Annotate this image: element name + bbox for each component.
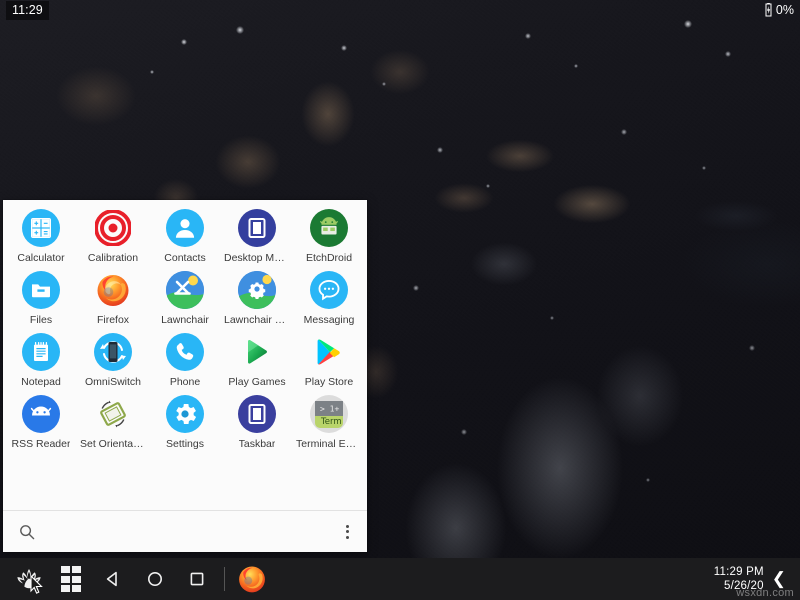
app-item-files[interactable]: Files — [5, 269, 77, 331]
app-item-lawnchair-settings[interactable]: Lawnchair Se… — [221, 269, 293, 331]
app-item-messaging[interactable]: Messaging — [293, 269, 365, 331]
app-label: Lawnchair Se… — [224, 314, 290, 326]
app-item-notepad[interactable]: Notepad — [5, 331, 77, 393]
app-item-set-orientation[interactable]: Set Orientation — [77, 393, 149, 455]
app-item-etchdroid[interactable]: EtchDroid — [293, 207, 365, 269]
app-label: Set Orientation — [80, 438, 146, 450]
lawnchair-icon — [166, 271, 204, 309]
back-triangle-icon[interactable] — [92, 558, 134, 600]
app-item-terminal-emulator[interactable]: > 1+ Term Terminal Emu… — [293, 393, 365, 455]
recents-square-icon[interactable] — [176, 558, 218, 600]
play-games-icon — [238, 333, 276, 371]
taskbar-clock-time: 11:29 PM — [714, 565, 764, 579]
svg-text:Term: Term — [320, 417, 342, 427]
taskbar-divider — [224, 567, 225, 591]
app-drawer-panel[interactable]: Calculator Calibration — [3, 200, 367, 552]
app-label: Play Games — [228, 376, 285, 388]
app-label: Files — [30, 314, 52, 326]
lotus-launcher-icon[interactable] — [8, 558, 50, 600]
search-icon — [19, 524, 35, 540]
rss-reader-android-icon — [22, 395, 60, 433]
taskbar-right-group: 11:29 PM 5/26/20 ❮ — [714, 565, 794, 593]
app-label: Firefox — [97, 314, 129, 326]
app-label: Contacts — [164, 252, 205, 264]
app-item-lawnchair[interactable]: Lawnchair — [149, 269, 221, 331]
phone-handset-icon — [166, 333, 204, 371]
app-label: Settings — [166, 438, 204, 450]
app-label: Phone — [170, 376, 200, 388]
overflow-menu-icon[interactable] — [342, 521, 353, 543]
status-bar-icons: 0% — [764, 3, 794, 17]
lawnchair-settings-gear-icon — [238, 271, 276, 309]
app-label: Desktop Mode — [224, 252, 290, 264]
app-item-settings[interactable]: Settings — [149, 393, 221, 455]
files-folder-icon — [22, 271, 60, 309]
app-item-calibration[interactable]: Calibration — [77, 207, 149, 269]
app-item-contacts[interactable]: Contacts — [149, 207, 221, 269]
battery-charging-icon — [764, 3, 773, 17]
taskbar-item-firefox[interactable] — [231, 558, 273, 600]
home-circle-icon[interactable] — [134, 558, 176, 600]
app-label: Lawnchair — [161, 314, 209, 326]
app-label: EtchDroid — [306, 252, 352, 264]
chevron-left-icon[interactable]: ❮ — [770, 569, 792, 589]
play-store-icon — [310, 333, 348, 371]
notepad-icon — [22, 333, 60, 371]
app-drawer-grid: Calculator Calibration — [3, 200, 367, 510]
terminal-emulator-icon: > 1+ Term — [310, 395, 348, 433]
app-item-play-games[interactable]: Play Games — [221, 331, 293, 393]
app-label: RSS Reader — [12, 438, 71, 450]
app-item-rss-reader[interactable]: RSS Reader — [5, 393, 77, 455]
svg-text:> 1+: > 1+ — [320, 405, 339, 414]
app-label: Calibration — [88, 252, 138, 264]
app-label: Terminal Emu… — [296, 438, 362, 450]
taskbar-clock[interactable]: 11:29 PM 5/26/20 — [714, 565, 764, 593]
set-orientation-icon — [94, 395, 132, 433]
search-area[interactable] — [19, 524, 342, 540]
app-item-taskbar[interactable]: Taskbar — [221, 393, 293, 455]
omniswitch-icon — [94, 333, 132, 371]
app-drawer-search-bar[interactable] — [3, 510, 367, 552]
taskbar[interactable]: 11:29 PM 5/26/20 ❮ — [0, 558, 800, 600]
taskbar-clock-date: 5/26/20 — [714, 579, 764, 593]
settings-gear-icon — [166, 395, 204, 433]
taskbar-tablet-icon — [238, 395, 276, 433]
taskbar-left-group — [8, 558, 273, 600]
calculator-icon — [22, 209, 60, 247]
app-item-omniswitch[interactable]: OmniSwitch — [77, 331, 149, 393]
app-item-phone[interactable]: Phone — [149, 331, 221, 393]
app-label: OmniSwitch — [85, 376, 141, 388]
app-label: Messaging — [304, 314, 355, 326]
etchdroid-android-icon — [310, 209, 348, 247]
firefox-icon — [94, 271, 132, 309]
status-bar-clock: 11:29 — [6, 1, 49, 20]
app-item-play-store[interactable]: Play Store — [293, 331, 365, 393]
all-apps-grid-icon[interactable] — [50, 558, 92, 600]
app-item-firefox[interactable]: Firefox — [77, 269, 149, 331]
contacts-person-icon — [166, 209, 204, 247]
battery-percent-label: 0% — [776, 3, 794, 17]
grid-glyph — [61, 566, 82, 592]
desktop-mode-tablet-icon — [238, 209, 276, 247]
messaging-bubble-icon — [310, 271, 348, 309]
app-item-calculator[interactable]: Calculator — [5, 207, 77, 269]
search-input[interactable] — [45, 525, 245, 539]
android-desktop-screen: 11:29 0% — [0, 0, 800, 600]
app-label: Taskbar — [239, 438, 276, 450]
app-label: Play Store — [305, 376, 353, 388]
calibration-target-icon — [94, 209, 132, 247]
status-bar[interactable]: 11:29 0% — [0, 0, 800, 20]
app-label: Calculator — [17, 252, 64, 264]
app-item-desktop-mode[interactable]: Desktop Mode — [221, 207, 293, 269]
app-label: Notepad — [21, 376, 61, 388]
